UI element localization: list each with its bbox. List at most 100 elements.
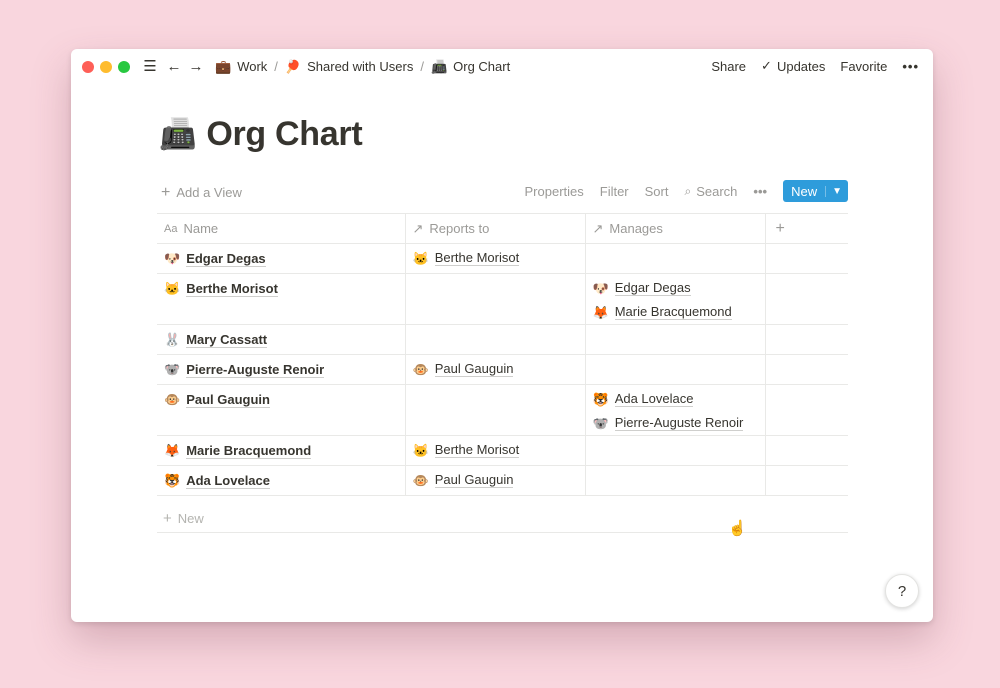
search-button[interactable]: ⌕ Search bbox=[684, 184, 737, 199]
empty-cell[interactable] bbox=[765, 273, 848, 325]
name-cell[interactable]: 🐰 Mary Cassatt bbox=[157, 324, 406, 355]
filter-button[interactable]: Filter bbox=[600, 184, 629, 199]
reports-to-cell[interactable]: 🐵 Paul Gauguin bbox=[405, 354, 586, 385]
back-arrow-icon[interactable]: ← bbox=[163, 58, 185, 75]
add-column-button[interactable]: + bbox=[765, 213, 848, 244]
avatar-emoji-icon: 🦊 bbox=[164, 443, 181, 458]
column-header-reports-to[interactable]: ↗ Reports to bbox=[405, 213, 586, 244]
relation-link[interactable]: Berthe Morisot bbox=[434, 250, 520, 266]
breadcrumb-shared-with-users[interactable]: 🏓 Shared with Users bbox=[281, 57, 417, 76]
relation-link[interactable]: Paul Gauguin bbox=[434, 361, 514, 377]
relation-link[interactable]: Edgar Degas bbox=[614, 280, 691, 296]
name-cell[interactable]: 🐨 Pierre-Auguste Renoir bbox=[157, 354, 406, 385]
page-header: 📠 Org Chart bbox=[159, 115, 363, 154]
updates-button[interactable]: ✓ Updates bbox=[761, 58, 825, 74]
updates-label: Updates bbox=[776, 58, 826, 74]
page-title[interactable]: Org Chart bbox=[206, 115, 362, 154]
breadcrumb-org-chart[interactable]: 📠 Org Chart bbox=[427, 57, 514, 76]
reports-to-cell[interactable]: 🐵 Paul Gauguin bbox=[405, 465, 586, 496]
row-name[interactable]: Ada Lovelace bbox=[186, 473, 271, 489]
add-view-label: Add a View bbox=[176, 185, 242, 200]
relation-link[interactable]: Ada Lovelace bbox=[614, 391, 694, 407]
minimize-window-button[interactable] bbox=[100, 61, 112, 73]
manages-cell[interactable] bbox=[585, 465, 766, 496]
row-name[interactable]: Pierre-Auguste Renoir bbox=[186, 362, 325, 378]
table-row[interactable]: 🐵 Paul Gauguin 🐯 Ada Lovelace 🐨 Pierre-August… bbox=[157, 384, 848, 436]
relation-link[interactable]: Pierre-Auguste Renoir bbox=[614, 415, 744, 431]
avatar-emoji-icon: 🐵 bbox=[412, 472, 429, 488]
search-label: Search bbox=[696, 183, 738, 199]
view-more-icon[interactable]: ••• bbox=[753, 184, 767, 199]
avatar-emoji-icon: 🐨 bbox=[164, 362, 181, 377]
row-name[interactable]: Berthe Morisot bbox=[186, 281, 278, 297]
ping-pong-icon: 🏓 bbox=[284, 58, 302, 74]
table-row[interactable]: 🐨 Pierre-Auguste Renoir 🐵 Paul Gauguin bbox=[157, 354, 848, 385]
avatar-emoji-icon: 🐶 bbox=[164, 251, 181, 266]
name-cell[interactable]: 🦊 Marie Bracquemond bbox=[157, 435, 406, 466]
favorite-button[interactable]: Favorite bbox=[840, 59, 887, 74]
relation-link[interactable]: Berthe Morisot bbox=[434, 442, 520, 458]
window-controls bbox=[82, 61, 130, 73]
table-row[interactable]: 🐯 Ada Lovelace 🐵 Paul Gauguin bbox=[157, 465, 848, 496]
breadcrumb-work[interactable]: 💼 Work bbox=[211, 57, 271, 76]
empty-cell[interactable] bbox=[765, 354, 848, 385]
table-row[interactable]: 🐱 Berthe Morisot 🐶 Edgar Degas 🦊 Marie Bracqu… bbox=[157, 273, 848, 325]
name-cell[interactable]: 🐱 Berthe Morisot bbox=[157, 273, 406, 325]
table-row[interactable]: 🦊 Marie Bracquemond 🐱 Berthe Morisot bbox=[157, 435, 848, 466]
column-header-name[interactable]: Aa Name bbox=[157, 213, 406, 244]
new-row-label: New bbox=[177, 510, 204, 526]
maximize-window-button[interactable] bbox=[118, 61, 130, 73]
manages-cell[interactable]: 🐯 Ada Lovelace 🐨 Pierre-Auguste Renoir bbox=[585, 384, 766, 436]
row-name[interactable]: Paul Gauguin bbox=[186, 392, 270, 408]
avatar-emoji-icon: 🐨 bbox=[592, 415, 609, 431]
table-row[interactable]: 🐶 Edgar Degas 🐱 Berthe Morisot bbox=[157, 243, 848, 274]
empty-cell[interactable] bbox=[765, 324, 848, 355]
app-window: ☰ ← → 💼 Work / 🏓 Shared with Users / 📠 O… bbox=[71, 49, 933, 622]
relation-link[interactable]: Paul Gauguin bbox=[434, 472, 514, 488]
row-name[interactable]: Edgar Degas bbox=[186, 251, 266, 267]
empty-cell[interactable] bbox=[765, 384, 848, 436]
breadcrumb-label: Shared with Users bbox=[307, 58, 414, 74]
name-cell[interactable]: 🐶 Edgar Degas bbox=[157, 243, 406, 274]
name-cell[interactable]: 🐵 Paul Gauguin bbox=[157, 384, 406, 436]
add-view-button[interactable]: + Add a View bbox=[161, 185, 242, 201]
more-options-icon[interactable]: ••• bbox=[902, 59, 919, 74]
relation-link[interactable]: Marie Bracquemond bbox=[614, 304, 732, 320]
column-header-manages[interactable]: ↗ Manages bbox=[585, 213, 766, 244]
manages-cell[interactable]: 🐶 Edgar Degas 🦊 Marie Bracquemond bbox=[585, 273, 766, 325]
checkmark-icon: ✓ bbox=[761, 58, 772, 73]
row-name[interactable]: Marie Bracquemond bbox=[186, 443, 312, 459]
table-header-row: Aa Name ↗ Reports to ↗ Manages + bbox=[157, 213, 848, 244]
titlebar: ☰ ← → 💼 Work / 🏓 Shared with Users / 📠 O… bbox=[71, 49, 933, 83]
manages-cell[interactable] bbox=[585, 435, 766, 466]
close-window-button[interactable] bbox=[82, 61, 94, 73]
fax-machine-icon: 📠 bbox=[430, 58, 448, 74]
forward-arrow-icon[interactable]: → bbox=[185, 58, 207, 75]
table-row[interactable]: 🐰 Mary Cassatt bbox=[157, 324, 848, 355]
manages-cell[interactable] bbox=[585, 324, 766, 355]
page-icon[interactable]: 📠 bbox=[159, 119, 196, 150]
column-label: Name bbox=[183, 221, 219, 236]
avatar-emoji-icon: 🐱 bbox=[164, 281, 181, 296]
empty-cell[interactable] bbox=[765, 435, 848, 466]
new-button[interactable]: New ▼ bbox=[783, 180, 848, 202]
search-icon: ⌕ bbox=[684, 183, 692, 198]
properties-button[interactable]: Properties bbox=[525, 184, 584, 199]
reports-to-cell[interactable] bbox=[405, 273, 586, 325]
hamburger-menu-icon[interactable]: ☰ bbox=[139, 57, 161, 75]
reports-to-cell[interactable] bbox=[405, 324, 586, 355]
sort-button[interactable]: Sort bbox=[645, 184, 669, 199]
empty-cell[interactable] bbox=[765, 465, 848, 496]
manages-cell[interactable] bbox=[585, 243, 766, 274]
database-view-bar: + Add a View Properties Filter Sort ⌕ Se… bbox=[157, 177, 848, 209]
row-name[interactable]: Mary Cassatt bbox=[186, 332, 268, 348]
manages-cell[interactable] bbox=[585, 354, 766, 385]
share-button[interactable]: Share bbox=[711, 59, 746, 74]
reports-to-cell[interactable] bbox=[405, 384, 586, 436]
help-button[interactable]: ? bbox=[885, 574, 919, 608]
name-cell[interactable]: 🐯 Ada Lovelace bbox=[157, 465, 406, 496]
chevron-down-icon[interactable]: ▼ bbox=[825, 185, 848, 197]
reports-to-cell[interactable]: 🐱 Berthe Morisot bbox=[405, 435, 586, 466]
empty-cell[interactable] bbox=[765, 243, 848, 274]
reports-to-cell[interactable]: 🐱 Berthe Morisot bbox=[405, 243, 586, 274]
